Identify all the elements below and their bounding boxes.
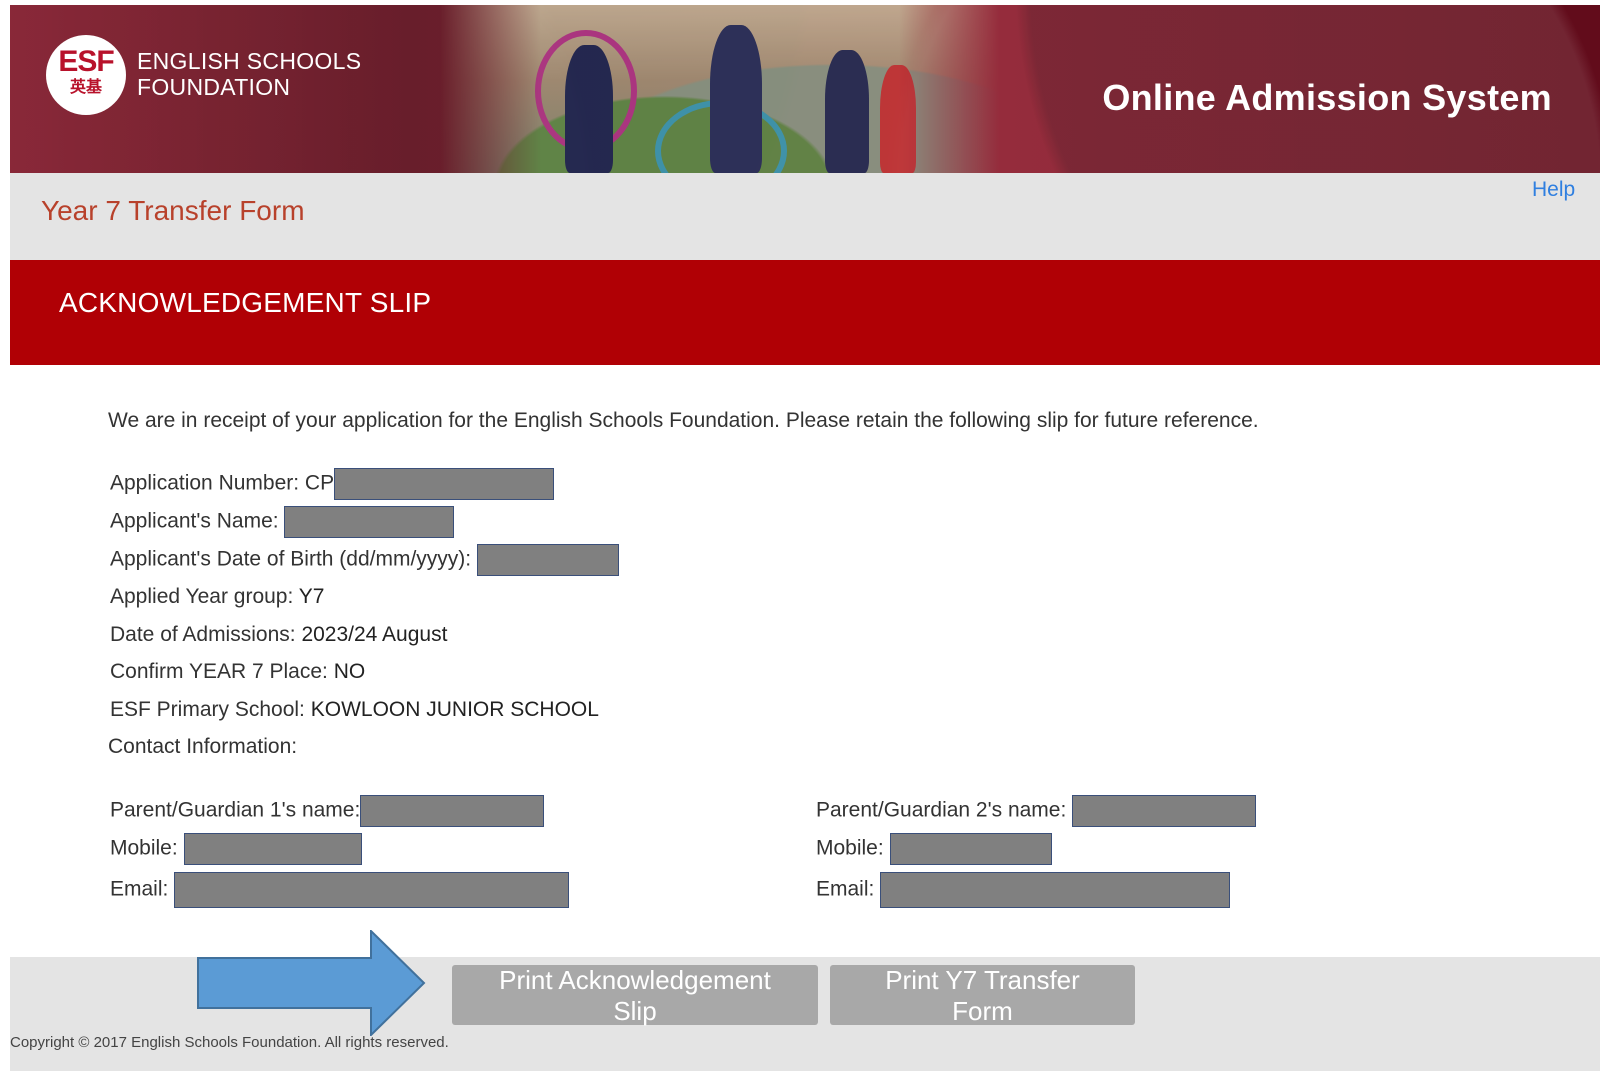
title-bar: Year 7 Transfer Form Help bbox=[10, 173, 1600, 260]
header-banner: ESF 英基 ENGLISH SCHOOLS FOUNDATION Online… bbox=[10, 5, 1600, 173]
parent2-name-label: Parent/Guardian 2's name: bbox=[816, 798, 1067, 822]
receipt-message: We are in receipt of your application fo… bbox=[108, 409, 1259, 432]
arrow-right-icon bbox=[197, 930, 426, 1036]
contact-information-label: Contact Information: bbox=[108, 735, 298, 758]
org-name-line1: ENGLISH SCHOOLS bbox=[137, 48, 362, 74]
redacted-field bbox=[880, 872, 1231, 908]
parent1-mobile-row: Mobile: bbox=[110, 833, 362, 865]
parent1-email-row: Email: bbox=[110, 872, 570, 908]
organization-name: ENGLISH SCHOOLS FOUNDATION bbox=[137, 48, 361, 100]
admission-date-row: Date of Admissions: 2023/24 August bbox=[110, 620, 447, 650]
system-title: Online Admission System bbox=[1102, 77, 1552, 118]
parent2-email-label: Email: bbox=[816, 877, 875, 901]
logo-esf-text: ESF bbox=[58, 45, 114, 78]
year-group-value: Y7 bbox=[298, 585, 325, 608]
help-link[interactable]: Help bbox=[1532, 178, 1575, 202]
copyright-text: Copyright © 2017 English Schools Foundat… bbox=[10, 1034, 449, 1051]
admission-date-label: Date of Admissions: bbox=[110, 623, 296, 646]
confirm-place-row: Confirm YEAR 7 Place: NO bbox=[110, 657, 365, 687]
page-title: Year 7 Transfer Form bbox=[41, 195, 305, 226]
acknowledgement-slip-header: ACKNOWLEDGEMENT SLIP bbox=[10, 260, 1600, 365]
confirm-place-value: NO bbox=[333, 660, 366, 683]
confirm-place-label: Confirm YEAR 7 Place: bbox=[110, 660, 328, 683]
redacted-field bbox=[334, 468, 555, 500]
year-group-row: Applied Year group: Y7 bbox=[110, 582, 324, 612]
dob-row: Applicant's Date of Birth (dd/mm/yyyy): bbox=[110, 544, 619, 576]
print-y7-transfer-form-button[interactable]: Print Y7 Transfer Form bbox=[830, 965, 1135, 1026]
parent1-mobile-label: Mobile: bbox=[110, 836, 178, 860]
redacted-field bbox=[1072, 795, 1257, 827]
org-name-line2: FOUNDATION bbox=[137, 74, 291, 100]
parent2-name-row: Parent/Guardian 2's name: bbox=[816, 795, 1257, 827]
redacted-field bbox=[360, 795, 545, 827]
primary-school-value: KOWLOON JUNIOR SCHOOL bbox=[310, 698, 599, 721]
print-acknowledgement-slip-button[interactable]: Print Acknowledgement Slip bbox=[452, 965, 818, 1026]
applicant-name-label: Applicant's Name: bbox=[110, 509, 279, 533]
parent1-name-row: Parent/Guardian 1's name: bbox=[110, 795, 545, 827]
parent2-mobile-label: Mobile: bbox=[816, 836, 884, 860]
applicant-name-row: Applicant's Name: bbox=[110, 506, 455, 538]
redacted-field bbox=[284, 506, 455, 538]
redacted-field bbox=[174, 872, 570, 908]
parent1-email-label: Email: bbox=[110, 877, 169, 901]
parent1-name-label: Parent/Guardian 1's name: bbox=[110, 798, 361, 822]
banner-photo bbox=[440, 5, 1000, 173]
redacted-field bbox=[476, 544, 619, 576]
dob-label: Applicant's Date of Birth (dd/mm/yyyy): bbox=[110, 547, 472, 571]
primary-school-label: ESF Primary School: bbox=[110, 698, 305, 721]
child-figure bbox=[880, 65, 916, 173]
parent2-email-row: Email: bbox=[816, 872, 1231, 908]
page-frame: ESF 英基 ENGLISH SCHOOLS FOUNDATION Online… bbox=[10, 5, 1600, 1071]
year-group-label: Applied Year group: bbox=[110, 585, 294, 608]
child-figure bbox=[565, 45, 613, 173]
parent2-mobile-row: Mobile: bbox=[816, 833, 1052, 865]
child-figure bbox=[825, 50, 869, 173]
esf-logo: ESF 英基 bbox=[46, 35, 126, 115]
redacted-field bbox=[889, 833, 1052, 865]
logo-chinese-text: 英基 bbox=[69, 79, 102, 96]
footer-bar: Print Acknowledgement Slip Print Y7 Tran… bbox=[10, 930, 1600, 1071]
redacted-field bbox=[183, 833, 362, 865]
slip-title: ACKNOWLEDGEMENT SLIP bbox=[59, 287, 432, 318]
child-figure bbox=[710, 25, 762, 173]
primary-school-row: ESF Primary School: KOWLOON JUNIOR SCHOO… bbox=[110, 695, 599, 725]
application-number-row: Application Number: CP bbox=[110, 468, 555, 500]
application-number-label: Application Number: CP bbox=[110, 471, 335, 495]
admission-date-value: 2023/24 August bbox=[301, 623, 448, 646]
slip-content: We are in receipt of your application fo… bbox=[10, 365, 1600, 957]
